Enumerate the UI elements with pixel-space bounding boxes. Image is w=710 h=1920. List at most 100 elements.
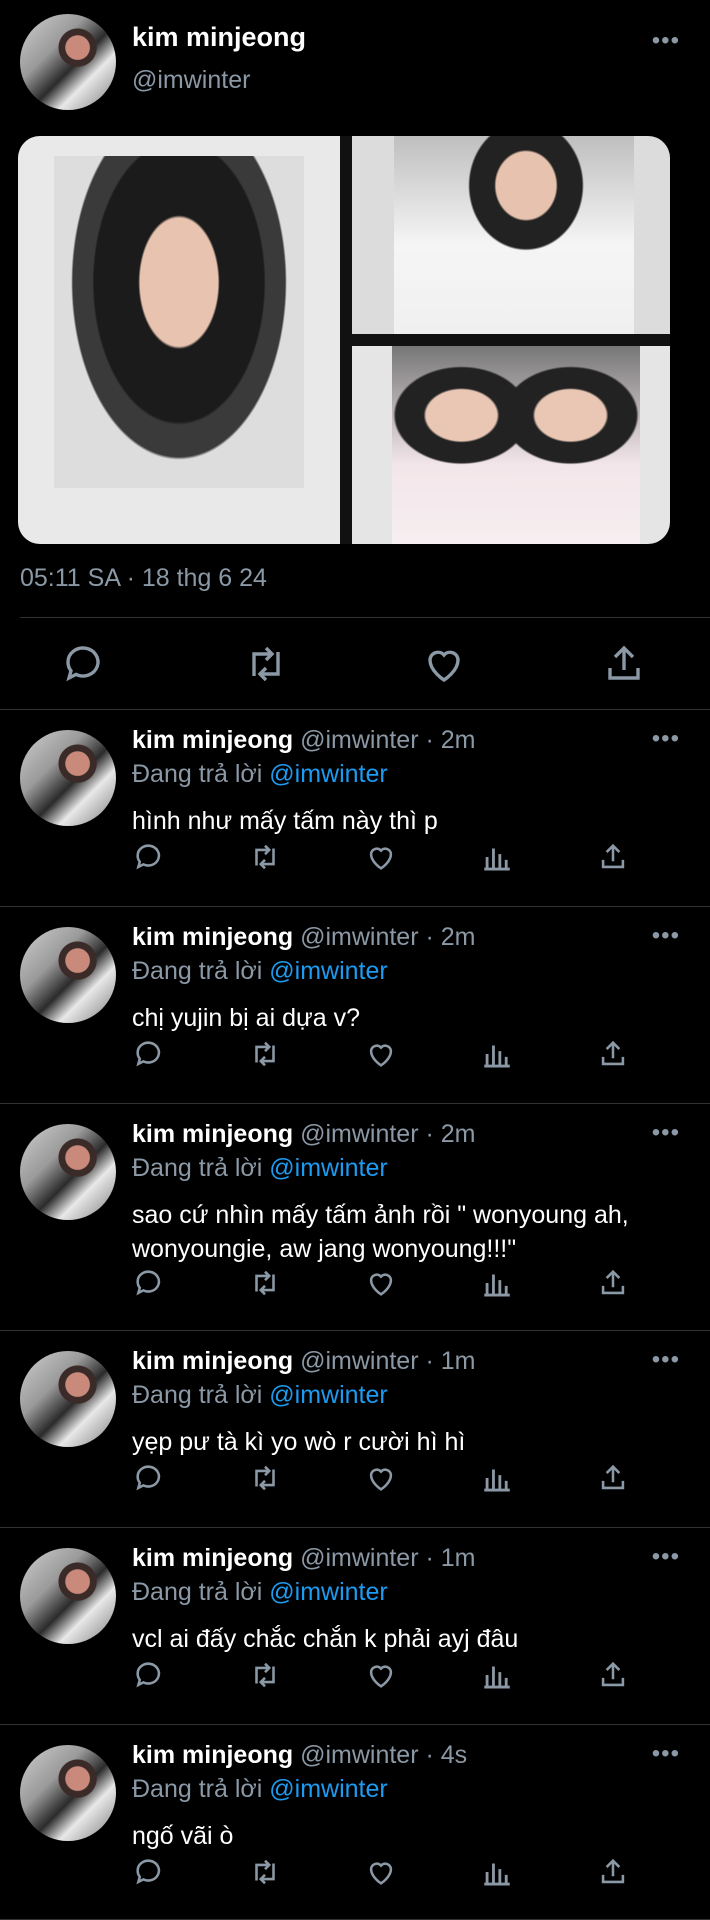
views-icon[interactable] xyxy=(480,1037,514,1071)
mention-link[interactable]: @imwinter xyxy=(269,760,387,788)
reply-item[interactable]: kim minjeong @imwinter · 1m ••• Đang trả… xyxy=(0,1528,710,1725)
like-icon[interactable] xyxy=(364,1037,398,1071)
views-icon[interactable] xyxy=(480,1461,514,1495)
share-icon[interactable] xyxy=(596,1037,630,1071)
reply-header: kim minjeong @imwinter · 4s xyxy=(132,1741,467,1770)
tweet-actions xyxy=(0,640,710,688)
display-name[interactable]: kim minjeong xyxy=(132,1120,293,1148)
views-icon[interactable] xyxy=(480,1658,514,1692)
replying-label: Đang trả lời xyxy=(132,1381,270,1409)
display-name[interactable]: kim minjeong xyxy=(132,22,306,53)
like-icon[interactable] xyxy=(364,840,398,874)
reply-item[interactable]: kim minjeong @imwinter · 4s ••• Đang trả… xyxy=(0,1725,710,1920)
avatar[interactable] xyxy=(20,1124,116,1220)
username-and-time[interactable]: @imwinter · 2m xyxy=(300,726,475,754)
retweet-icon[interactable] xyxy=(248,1461,282,1495)
reply-text: chị yujin bị ai dựa v? xyxy=(132,1004,360,1032)
reply-item[interactable]: kim minjeong @imwinter · 2m ••• Đang trả… xyxy=(0,1104,710,1331)
tweet-timestamp[interactable]: 05:11 SA · 18 thg 6 24 xyxy=(20,564,267,593)
replying-to: Đang trả lời @imwinter xyxy=(132,1381,388,1410)
ellipsis-icon[interactable]: ••• xyxy=(652,1121,680,1145)
reply-header: kim minjeong @imwinter · 2m xyxy=(132,1120,475,1149)
retweet-icon[interactable] xyxy=(248,1037,282,1071)
reply-icon[interactable] xyxy=(60,640,108,688)
username-and-time[interactable]: @imwinter · 1m xyxy=(300,1347,475,1375)
ellipsis-icon[interactable]: ••• xyxy=(652,1742,680,1766)
reply-actions xyxy=(0,1461,710,1495)
photo-1[interactable] xyxy=(18,136,340,544)
username-and-time[interactable]: @imwinter · 2m xyxy=(300,923,475,951)
reply-icon[interactable] xyxy=(132,840,166,874)
ellipsis-icon[interactable]: ••• xyxy=(652,29,680,53)
mention-link[interactable]: @imwinter xyxy=(269,1154,387,1182)
reply-actions xyxy=(0,1266,710,1300)
reply-icon[interactable] xyxy=(132,1855,166,1889)
like-icon[interactable] xyxy=(364,1855,398,1889)
reply-icon[interactable] xyxy=(132,1037,166,1071)
reply-icon[interactable] xyxy=(132,1461,166,1495)
views-icon[interactable] xyxy=(480,1855,514,1889)
mention-link[interactable]: @imwinter xyxy=(269,1578,387,1606)
avatar[interactable] xyxy=(20,14,116,110)
reply-icon[interactable] xyxy=(132,1658,166,1692)
retweet-icon[interactable] xyxy=(248,1855,282,1889)
mention-link[interactable]: @imwinter xyxy=(269,1381,387,1409)
retweet-icon[interactable] xyxy=(248,1266,282,1300)
photo-2[interactable] xyxy=(352,136,670,334)
replying-label: Đang trả lời xyxy=(132,760,270,788)
reply-icon[interactable] xyxy=(132,1266,166,1300)
username-and-time[interactable]: @imwinter · 1m xyxy=(300,1544,475,1572)
reply-header: kim minjeong @imwinter · 2m xyxy=(132,923,475,952)
display-name[interactable]: kim minjeong xyxy=(132,1544,293,1572)
avatar[interactable] xyxy=(20,730,116,826)
display-name[interactable]: kim minjeong xyxy=(132,1741,293,1769)
reply-item[interactable]: kim minjeong @imwinter · 2m ••• Đang trả… xyxy=(0,907,710,1104)
display-name[interactable]: kim minjeong xyxy=(132,726,293,754)
share-icon[interactable] xyxy=(596,840,630,874)
like-icon[interactable] xyxy=(420,640,468,688)
share-icon[interactable] xyxy=(596,1266,630,1300)
replying-to: Đang trả lời @imwinter xyxy=(132,1578,388,1607)
reply-item[interactable]: kim minjeong @imwinter · 2m ••• Đang trả… xyxy=(0,710,710,907)
share-icon[interactable] xyxy=(596,1461,630,1495)
avatar[interactable] xyxy=(20,927,116,1023)
replying-label: Đang trả lời xyxy=(132,1578,270,1606)
ellipsis-icon[interactable]: ••• xyxy=(652,727,680,751)
share-icon[interactable] xyxy=(596,1855,630,1889)
retweet-icon[interactable] xyxy=(248,840,282,874)
username[interactable]: @imwinter xyxy=(132,66,250,95)
replying-to: Đang trả lời @imwinter xyxy=(132,957,388,986)
share-icon[interactable] xyxy=(600,640,648,688)
avatar[interactable] xyxy=(20,1548,116,1644)
like-icon[interactable] xyxy=(364,1658,398,1692)
photo-3[interactable] xyxy=(352,346,670,544)
reply-item[interactable]: kim minjeong @imwinter · 1m ••• Đang trả… xyxy=(0,1331,710,1528)
ellipsis-icon[interactable]: ••• xyxy=(652,1348,680,1372)
retweet-icon[interactable] xyxy=(242,640,290,688)
avatar[interactable] xyxy=(20,1351,116,1447)
reply-text: hình như mấy tấm này thì p xyxy=(132,807,438,835)
views-icon[interactable] xyxy=(480,1266,514,1300)
display-name[interactable]: kim minjeong xyxy=(132,1347,293,1375)
display-name[interactable]: kim minjeong xyxy=(132,923,293,951)
ellipsis-icon[interactable]: ••• xyxy=(652,924,680,948)
reply-text: ngố vãi ò xyxy=(132,1822,234,1850)
media-grid xyxy=(18,136,670,544)
ellipsis-icon[interactable]: ••• xyxy=(652,1545,680,1569)
divider xyxy=(20,617,710,618)
retweet-icon[interactable] xyxy=(248,1658,282,1692)
replying-to: Đang trả lời @imwinter xyxy=(132,1154,388,1183)
share-icon[interactable] xyxy=(596,1658,630,1692)
reply-actions xyxy=(0,1037,710,1071)
reply-actions xyxy=(0,840,710,874)
mention-link[interactable]: @imwinter xyxy=(269,957,387,985)
like-icon[interactable] xyxy=(364,1461,398,1495)
views-icon[interactable] xyxy=(480,840,514,874)
username-and-time[interactable]: @imwinter · 4s xyxy=(300,1741,467,1769)
replying-label: Đang trả lời xyxy=(132,1775,270,1803)
mention-link[interactable]: @imwinter xyxy=(269,1775,387,1803)
avatar[interactable] xyxy=(20,1745,116,1841)
username-and-time[interactable]: @imwinter · 2m xyxy=(300,1120,475,1148)
replying-to: Đang trả lời @imwinter xyxy=(132,760,388,789)
like-icon[interactable] xyxy=(364,1266,398,1300)
